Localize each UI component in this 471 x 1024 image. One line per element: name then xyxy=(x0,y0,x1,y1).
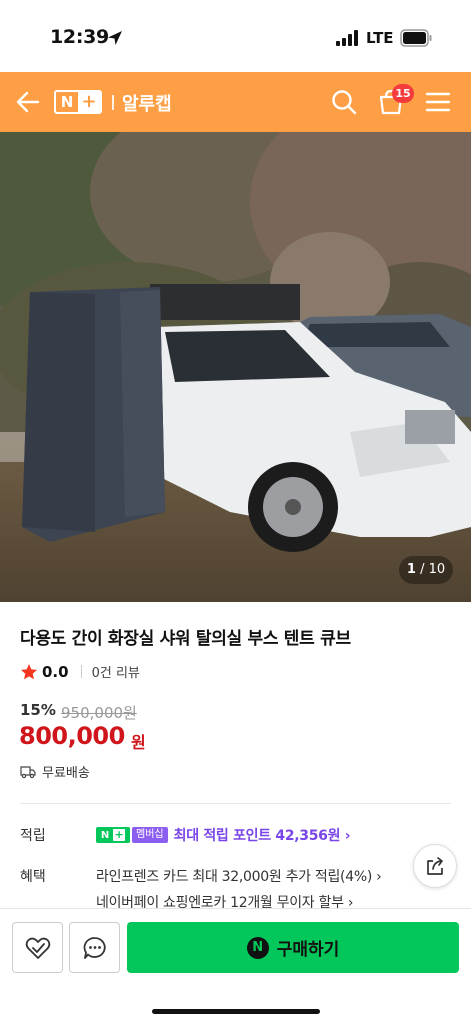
bottom-action-bar: N 구매하기 xyxy=(0,908,471,1024)
membership-tag: 멤버십 xyxy=(132,827,168,843)
chat-icon xyxy=(83,936,106,959)
benefit-label: 혜택 xyxy=(20,869,46,885)
naver-plus-logo[interactable]: N + xyxy=(54,90,102,114)
network-label: LTE xyxy=(366,29,394,47)
wishlist-button[interactable] xyxy=(12,922,63,973)
price-unit: 원 xyxy=(131,733,146,752)
header-divider xyxy=(112,95,114,110)
points-label: 적립 xyxy=(20,828,46,844)
home-indicator xyxy=(152,1009,320,1014)
badge-plus: + xyxy=(113,828,126,841)
status-bar: 12:39 LTE xyxy=(0,0,471,72)
chat-button[interactable] xyxy=(69,922,120,973)
buy-label: 구매하기 xyxy=(276,940,340,960)
image-counter-current: 1 xyxy=(406,562,416,577)
product-photo-illustration xyxy=(0,132,471,602)
share-button[interactable] xyxy=(413,844,457,888)
product-image[interactable] xyxy=(0,132,471,602)
location-arrow-icon xyxy=(108,31,122,45)
product-title: 다용도 간이 화장실 샤워 탈의실 부스 텐트 큐브 xyxy=(20,629,351,649)
status-time: 12:39 xyxy=(50,26,109,48)
shipping-label: 무료배송 xyxy=(42,766,90,781)
original-price: 950,000원 xyxy=(61,704,137,722)
cart-count-badge: 15 xyxy=(392,84,414,103)
rating-score: 0.0 xyxy=(42,662,69,681)
heart-check-icon xyxy=(25,937,50,959)
shipping-info: 무료배송 xyxy=(20,762,90,781)
image-counter-total: / 10 xyxy=(420,562,446,577)
naver-n-icon: N xyxy=(246,936,269,959)
store-name[interactable]: 알루캡 xyxy=(122,90,172,116)
image-counter: 1 / 10 xyxy=(399,556,453,584)
menu-icon[interactable] xyxy=(424,88,452,116)
rating-row[interactable]: 0.0 0건 리뷰 xyxy=(20,662,140,681)
battery-icon xyxy=(400,29,432,47)
truck-icon xyxy=(20,765,36,778)
signal-icon xyxy=(336,30,358,46)
sale-price: 800,000 xyxy=(19,722,125,750)
section-divider xyxy=(20,803,451,804)
buy-now-button[interactable]: N 구매하기 xyxy=(127,922,459,973)
naver-plus-badge: N + xyxy=(96,827,130,843)
max-points-text[interactable]: 최대 적립 포인트 42,356원 › xyxy=(174,825,351,845)
membership-points[interactable]: N + 멤버십 최대 적립 포인트 42,356원 › xyxy=(96,825,351,845)
review-count[interactable]: 0건 리뷰 xyxy=(92,662,140,681)
star-icon xyxy=(21,663,37,679)
top-header: N + 알루캡 15 xyxy=(0,72,471,132)
logo-plus: + xyxy=(78,92,100,112)
benefit-card[interactable]: 라인프렌즈 카드 최대 32,000원 추가 적립(4%) › xyxy=(96,866,382,886)
discount-rate: 15% xyxy=(20,701,56,719)
rating-divider xyxy=(80,665,82,678)
logo-n: N xyxy=(60,93,74,111)
search-icon[interactable] xyxy=(330,88,358,116)
badge-n: N xyxy=(100,829,110,841)
back-arrow-icon[interactable] xyxy=(14,88,42,116)
share-icon xyxy=(427,857,443,875)
